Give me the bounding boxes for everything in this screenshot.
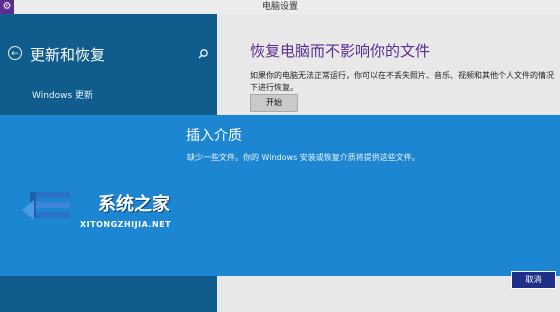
sidebar-title: 更新和恢复	[30, 46, 106, 64]
section-description: 如果你的电脑无法正常运行，你可以在不丢失照片、音乐、视频和其他个人文件的情况下进…	[250, 71, 554, 92]
cancel-button[interactable]: 取消	[511, 271, 556, 289]
title-bar: ⚙ 电脑设置	[0, 0, 560, 15]
back-button[interactable]: ←	[8, 46, 22, 60]
watermark: 系统之家 XITONGZHIJIA.NET	[20, 190, 220, 250]
window-title: 电脑设置	[261, 2, 298, 12]
watermark-brand: 系统之家	[98, 194, 170, 215]
sidebar-item-windows-update[interactable]: Windows 更新	[32, 88, 93, 101]
section-title: 恢复电脑而不影响你的文件	[250, 42, 431, 60]
watermark-url: XITONGZHIJIA.NET	[80, 220, 172, 229]
dialog-message: 缺少一些文件。你的 Windows 安装或恢复介质将提供这些文件。	[187, 153, 420, 162]
dialog-title: 插入介质	[186, 128, 242, 144]
start-button[interactable]: 开始	[250, 94, 298, 112]
search-icon[interactable]	[196, 47, 210, 61]
